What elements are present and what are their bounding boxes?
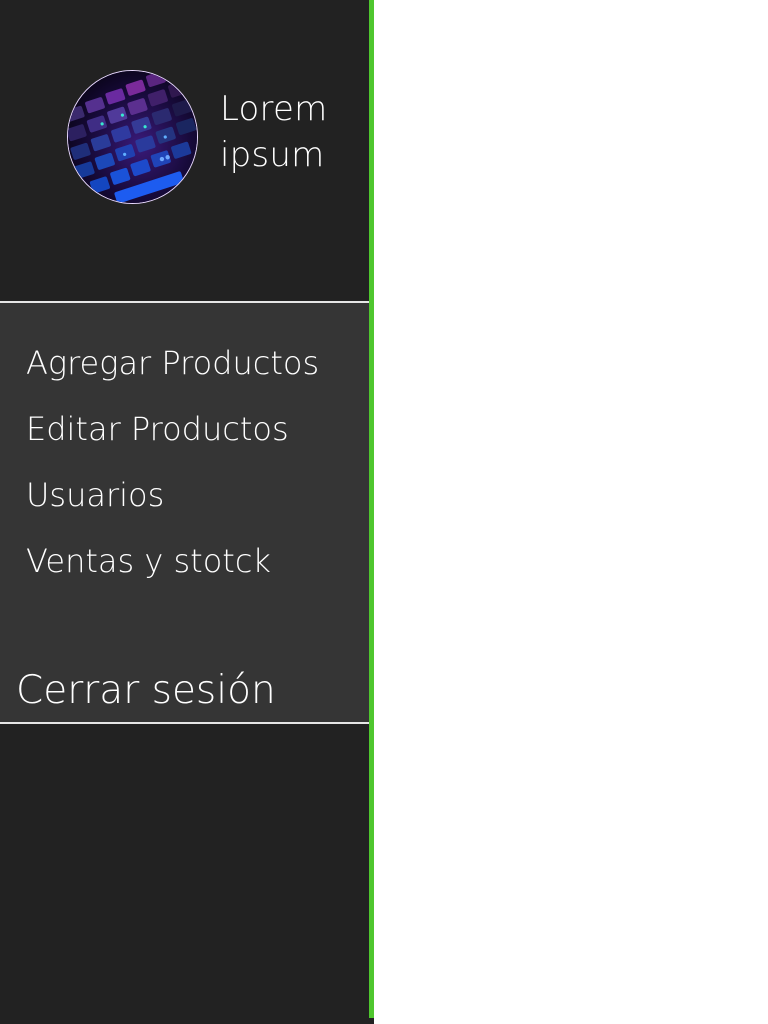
keyboard-photo-icon [68,71,197,203]
profile-section: Lorem ipsum [0,0,369,302]
user-name-line1: Lorem [220,89,328,129]
menu-item-usuarios[interactable]: Usuarios [26,475,164,515]
menu-panel: Agregar Productos Editar Productos Usuar… [0,303,369,722]
logout-button[interactable]: Cerrar sesión [16,667,276,715]
avatar[interactable] [67,70,198,204]
user-name-line2: ipsum [220,135,325,175]
main-content-area [374,0,768,1024]
sidebar: Lorem ipsum Agregar Productos Editar Pro… [0,0,369,1024]
menu-item-agregar-productos[interactable]: Agregar Productos [26,343,319,383]
user-name: Lorem ipsum [220,86,360,178]
divider-bottom [0,722,369,724]
menu-item-ventas-stock[interactable]: Ventas y stotck [26,541,271,581]
menu-item-editar-productos[interactable]: Editar Productos [26,409,289,449]
